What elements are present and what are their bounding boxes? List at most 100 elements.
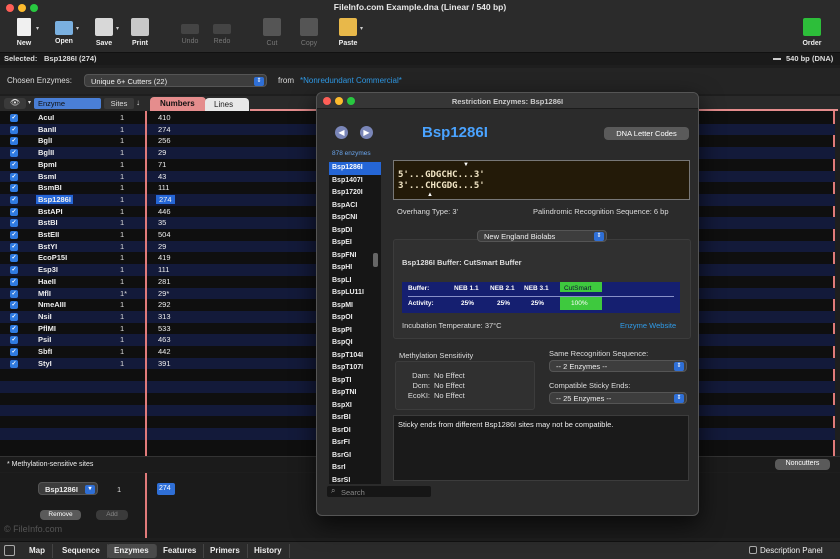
enzyme-checkbox[interactable]: ✓ (10, 254, 18, 263)
enzyme-checkbox[interactable]: ✓ (10, 172, 18, 181)
dialog-list-item[interactable]: BspPI (329, 325, 381, 338)
table-row[interactable]: ✓ StyI 1 (0, 357, 145, 370)
dialog-list-item[interactable]: BspLI (329, 275, 381, 288)
enzyme-checkbox[interactable]: ✓ (10, 324, 18, 333)
table-row[interactable] (0, 427, 145, 440)
dialog-zoom-button[interactable] (347, 97, 355, 105)
print-button[interactable]: Print (120, 18, 160, 47)
dialog-list-item[interactable]: BsrFI (329, 437, 381, 450)
enzyme-checkbox[interactable]: ✓ (10, 231, 18, 239)
remove-button[interactable]: Remove (40, 510, 81, 520)
table-row[interactable]: ✓ BsmBI 1 (0, 182, 145, 194)
dialog-list-item[interactable]: Bsp1407I (329, 175, 381, 188)
enzyme-checkbox[interactable]: ✓ (10, 348, 18, 356)
table-row[interactable]: ✓ Esp3I 1 (0, 264, 145, 276)
dialog-list-item[interactable]: BspXI (329, 400, 381, 413)
editor-enzyme-select[interactable]: Bsp1286I ▾ (38, 482, 98, 495)
save-button[interactable]: Save (84, 18, 124, 47)
table-row[interactable] (0, 404, 145, 417)
enzyme-search-field[interactable]: ⌕ Search (327, 486, 431, 497)
dialog-list-item[interactable]: BspLU11I (329, 287, 381, 300)
table-row[interactable] (0, 381, 145, 393)
dialog-list-item[interactable]: Bsp1720I (329, 187, 381, 200)
dialog-minimize-button[interactable] (335, 97, 343, 105)
eye-icon[interactable]: 👁 (4, 98, 26, 109)
table-row[interactable]: ✓ PsiI 1 (0, 334, 145, 346)
dialog-list-item[interactable]: BspEI (329, 237, 381, 250)
copy-button[interactable]: Copy (289, 18, 329, 47)
enzyme-checkbox[interactable]: ✓ (10, 125, 18, 134)
table-row[interactable]: ✓ BsmI 1 (0, 170, 145, 183)
forward-arrow-icon[interactable]: ▶ (360, 126, 373, 139)
table-row[interactable]: ✓ EcoP15I 1 (0, 252, 145, 264)
new-button[interactable]: New (4, 18, 44, 47)
sites-column-header[interactable]: Sites (104, 98, 134, 109)
dialog-list-item[interactable]: BspOI (329, 312, 381, 325)
enzyme-column-header[interactable]: Enzyme (34, 98, 101, 109)
paste-button[interactable]: Paste (328, 18, 368, 47)
supplier-select[interactable]: New England Biolabs ⇕ (477, 230, 607, 242)
dialog-list-item[interactable]: BspT104I (329, 350, 381, 363)
redo-button[interactable]: Redo (202, 18, 242, 45)
table-row[interactable]: ✓ BstYI 1 (0, 240, 145, 253)
table-row[interactable]: ✓ BstAPI 1 (0, 206, 145, 218)
dialog-list-item[interactable]: BsrDI (329, 425, 381, 438)
sidebar-toggle-icon[interactable] (4, 545, 15, 556)
enzyme-checkbox[interactable]: ✓ (10, 207, 18, 216)
enzyme-checkbox[interactable]: ✓ (10, 266, 18, 275)
dna-letter-codes-button[interactable]: DNA Letter Codes (604, 127, 689, 140)
paste-menu-arrow[interactable]: ▾ (360, 25, 363, 32)
tab-primers[interactable]: Primers (203, 544, 248, 558)
table-row[interactable]: ✓ MflI 1* (0, 287, 145, 300)
enzyme-checkbox[interactable]: ✓ (10, 160, 18, 169)
add-button[interactable]: Add (96, 510, 128, 520)
enzyme-checkbox[interactable]: ✓ (10, 184, 18, 193)
enzyme-checkbox[interactable]: ✓ (10, 195, 18, 204)
tab-numbers[interactable]: Numbers (150, 97, 206, 111)
table-row[interactable]: ✓ HaeII 1 (0, 276, 145, 288)
chosen-enzymes-select[interactable]: Unique 6+ Cutters (22) ⇕ (84, 74, 267, 87)
tab-history[interactable]: History (247, 544, 290, 558)
eye-menu-arrow[interactable]: ▾ (28, 99, 31, 106)
dialog-enzyme-list[interactable]: Bsp1286I Bsp1407I Bsp1720I BspACI BspCNI BspD… (329, 162, 381, 484)
enzyme-checkbox[interactable]: ✓ (10, 301, 18, 310)
table-row[interactable]: ✓ NmeAIII 1 (0, 299, 145, 311)
table-row[interactable]: ✓ BstBI 1 (0, 217, 145, 229)
table-row[interactable]: ✓ AcuI 1 (0, 112, 145, 124)
dialog-list-item[interactable]: Bsp1286I (329, 162, 381, 175)
dialog-list-item[interactable]: BsrGI (329, 450, 381, 463)
dialog-list-item[interactable]: BsrBI (329, 412, 381, 425)
dialog-close-button[interactable] (323, 97, 331, 105)
tab-map[interactable]: Map (22, 544, 53, 558)
dialog-list-item[interactable]: BspACI (329, 200, 381, 213)
noncutters-button[interactable]: Noncutters (775, 459, 830, 470)
open-menu-arrow[interactable]: ▾ (76, 25, 79, 32)
table-row[interactable] (0, 440, 145, 452)
dialog-list-item[interactable]: BspTI (329, 375, 381, 388)
order-button[interactable]: Order (792, 18, 832, 47)
table-row[interactable] (0, 416, 145, 428)
enzyme-checkbox[interactable]: ✓ (10, 359, 18, 368)
table-row[interactable]: ✓ SbfI 1 (0, 346, 145, 358)
table-row[interactable] (0, 369, 145, 381)
enzyme-list-scrollbar[interactable] (373, 253, 378, 267)
enzyme-checkbox[interactable]: ✓ (10, 289, 18, 298)
enzyme-checkbox[interactable]: ✓ (10, 242, 18, 251)
table-row[interactable]: ✓ BglII 1 (0, 147, 145, 159)
tab-sequence[interactable]: Sequence (55, 544, 108, 558)
enzyme-checkbox[interactable]: ✓ (10, 114, 18, 122)
table-row[interactable]: ✓ Bsp1286I 1 (0, 193, 145, 206)
save-menu-arrow[interactable]: ▾ (116, 25, 119, 32)
table-row[interactable]: ✓ BpmI 1 (0, 159, 145, 171)
sticky-ends-select[interactable]: -- 25 Enzymes -- ⇕ (549, 392, 687, 404)
tab-enzymes[interactable]: Enzymes (107, 544, 157, 558)
table-row[interactable]: ✓ NsiI 1 (0, 310, 145, 323)
table-row[interactable] (0, 393, 145, 405)
enzyme-checkbox[interactable]: ✓ (10, 312, 18, 321)
dialog-list-item[interactable]: BspT107I (329, 362, 381, 375)
description-panel-checkbox[interactable] (749, 546, 757, 554)
enzyme-checkbox[interactable]: ✓ (10, 219, 18, 228)
table-row[interactable]: ✓ BanII 1 (0, 123, 145, 136)
enzyme-set-link[interactable]: *Nonredundant Commercial* (300, 76, 402, 85)
cut-button[interactable]: Cut (252, 18, 292, 47)
